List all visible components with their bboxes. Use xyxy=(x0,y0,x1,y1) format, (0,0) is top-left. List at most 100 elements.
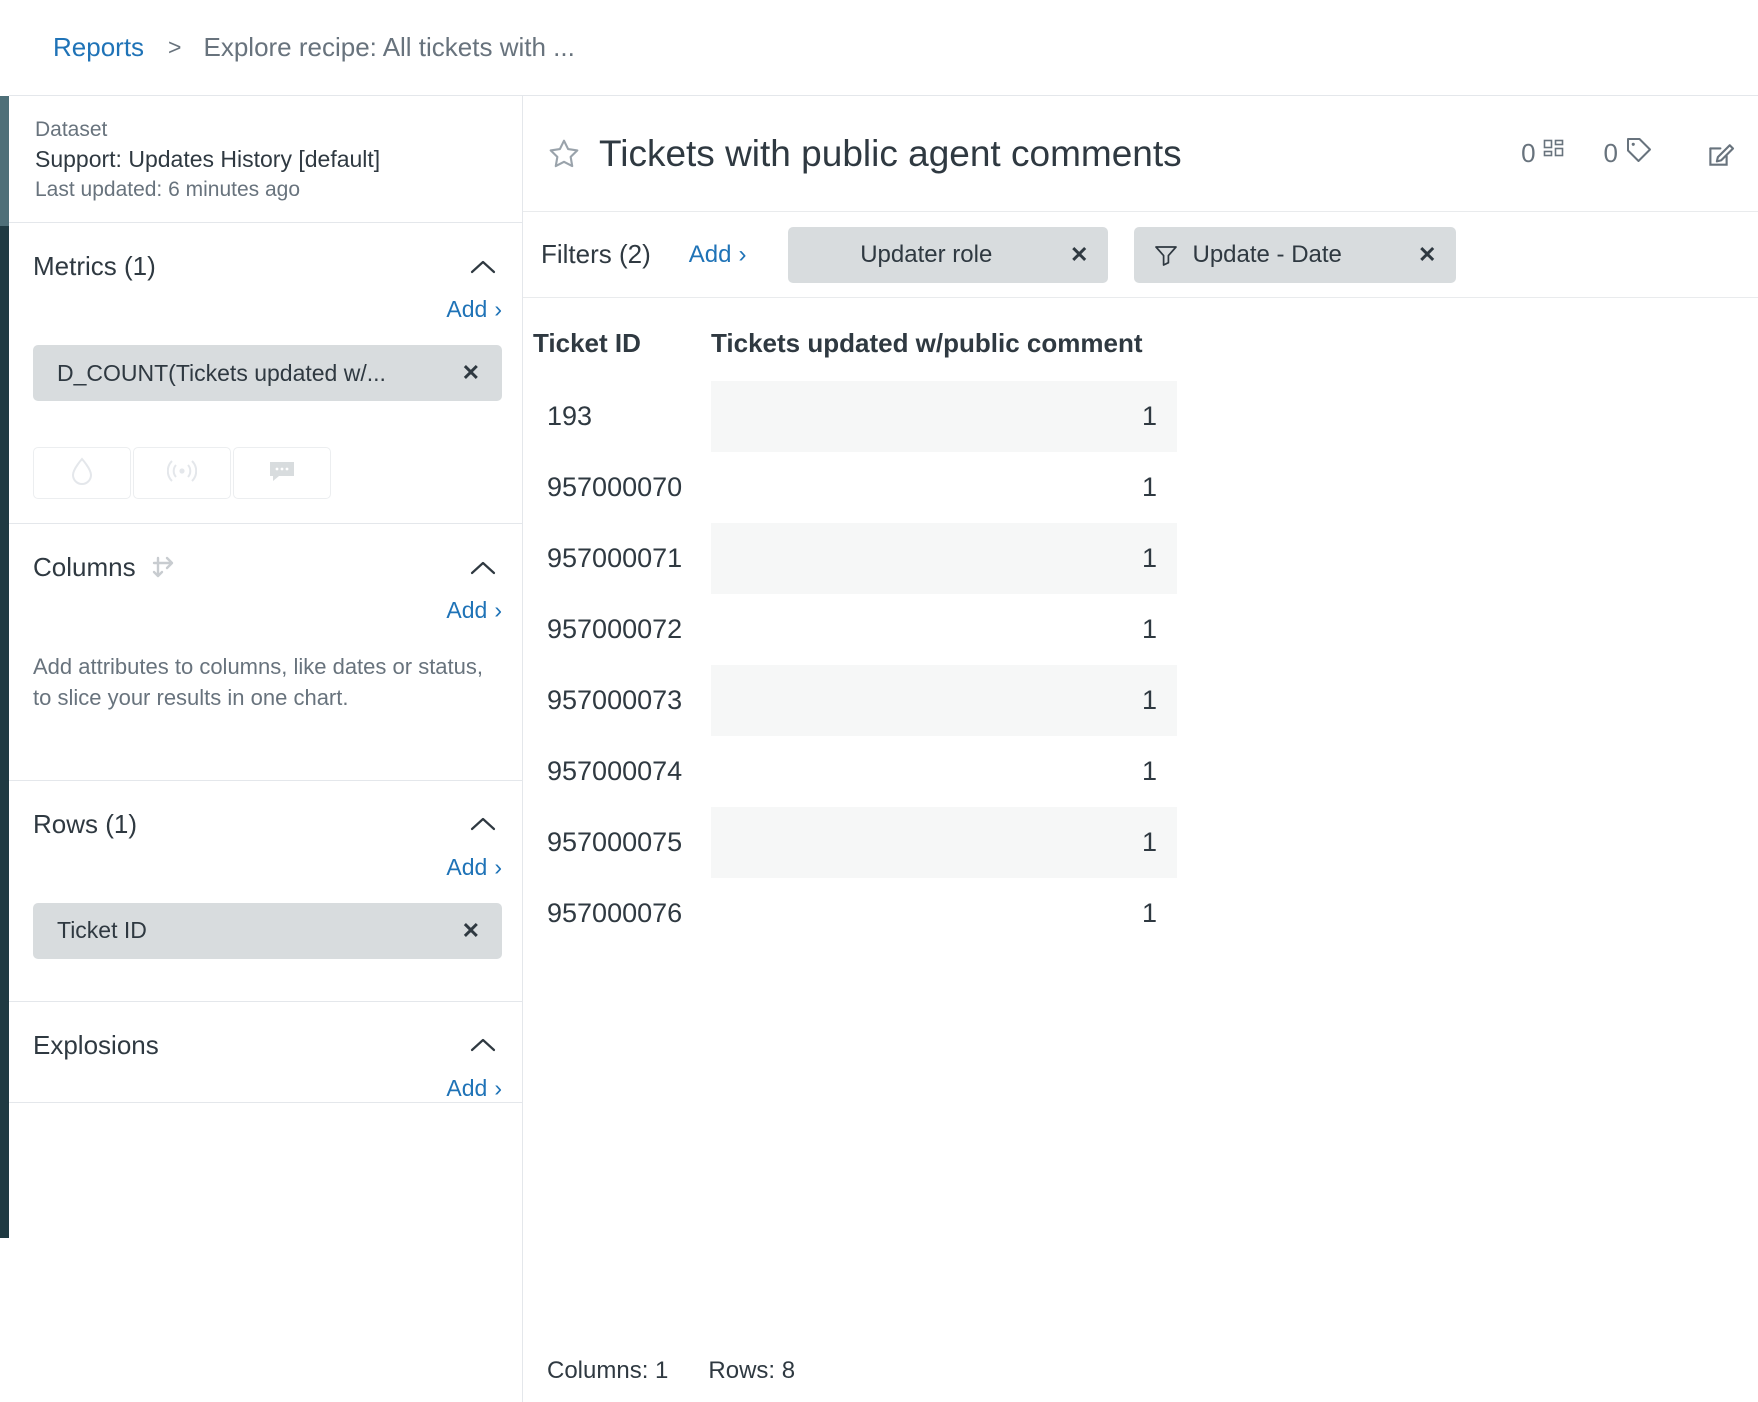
columns-empty-hint: Add attributes to columns, like dates or… xyxy=(33,654,484,710)
metric-chip-label: D_COUNT(Tickets updated w/... xyxy=(57,359,386,386)
metric-chip[interactable]: D_COUNT(Tickets updated w/... ✕ xyxy=(33,345,502,401)
table-row[interactable]: 957000076 1 xyxy=(533,878,1177,949)
metrics-panel-title: Metrics (1) xyxy=(33,251,156,281)
rows-panel-title: Rows (1) xyxy=(33,808,138,839)
table-row[interactable]: 957000071 1 xyxy=(533,523,1177,594)
filter-chip-update-date[interactable]: Update - Date ✕ xyxy=(1134,226,1457,283)
column-header-ticket-id[interactable]: Ticket ID xyxy=(533,318,711,381)
cell-ticket-id: 957000073 xyxy=(547,685,683,715)
filter-chip-updater-role[interactable]: Updater role ✕ xyxy=(788,226,1109,283)
rail-segment-active xyxy=(0,96,9,226)
broadcast-button[interactable] xyxy=(133,447,231,499)
table-row[interactable]: 193 1 xyxy=(533,381,1177,452)
results-table-wrap: Ticket ID Tickets updated w/public comme… xyxy=(523,318,1758,1238)
cell-metric-value: 1 xyxy=(1141,898,1157,928)
metrics-collapse-chevron-up-icon[interactable] xyxy=(464,255,502,279)
explosions-add-button[interactable]: Add › xyxy=(446,1075,502,1102)
columns-collapse-chevron-up-icon[interactable] xyxy=(464,556,502,580)
filters-add-label: Add xyxy=(688,240,732,268)
rail-segment-top xyxy=(0,0,9,96)
dataset-label: Dataset xyxy=(35,118,108,141)
metrics-panel-header: Metrics (1) xyxy=(33,223,502,282)
rows-panel-header: Rows (1) xyxy=(33,781,502,840)
explosions-panel: Explosions Add › xyxy=(9,1002,522,1103)
cell-metric-value: 1 xyxy=(1141,614,1157,644)
filter-chip-update-date-label: Update - Date xyxy=(1192,240,1342,268)
explosions-panel-header: Explosions xyxy=(33,1002,502,1061)
rows-add-label: Add xyxy=(446,853,488,880)
columns-add-row: Add › xyxy=(33,583,502,624)
filters-bar: Filters (2) Add › Updater role ✕ Update … xyxy=(523,212,1758,298)
filter-chip-update-date-remove-icon[interactable]: ✕ xyxy=(1414,242,1440,268)
filters-label: Filters (2) xyxy=(541,239,651,269)
cell-ticket-id: 957000074 xyxy=(547,756,683,786)
dataset-name: Support: Updates History [default] xyxy=(35,146,381,172)
comment-icon xyxy=(268,459,296,488)
columns-count-label: Columns: 1 xyxy=(547,1357,669,1384)
metrics-panel: Metrics (1) Add › D_COUNT(Tickets update… xyxy=(9,223,522,524)
comment-button[interactable] xyxy=(233,447,331,499)
header-actions: 0 0 xyxy=(1521,135,1736,172)
explore-sidebar: Dataset Support: Updates History [defaul… xyxy=(9,96,523,1402)
cell-metric-value: 1 xyxy=(1141,756,1157,786)
broadcast-icon xyxy=(166,459,198,488)
cell-ticket-id: 957000070 xyxy=(547,472,683,502)
table-row[interactable]: 957000072 1 xyxy=(533,594,1177,665)
rail-segment-bottom xyxy=(0,1238,9,1402)
table-row[interactable]: 957000075 1 xyxy=(533,807,1177,878)
explosions-collapse-chevron-up-icon[interactable] xyxy=(464,1033,502,1057)
column-header-metric[interactable]: Tickets updated w/public comment xyxy=(711,318,1177,381)
results-table-body: 193 1 957000070 1 957000071 1 957000072 … xyxy=(533,381,1177,949)
row-attribute-chip-label: Ticket ID xyxy=(57,917,147,944)
tag-count[interactable]: 0 xyxy=(1604,135,1654,172)
cell-ticket-id: 957000075 xyxy=(547,827,683,857)
chevron-right-icon: › xyxy=(494,853,502,880)
tag-icon xyxy=(1624,135,1654,172)
favorite-star-icon[interactable] xyxy=(547,137,581,171)
page-title: Tickets with public agent comments xyxy=(599,132,1182,174)
funnel-icon xyxy=(1154,244,1178,266)
cell-metric-value: 1 xyxy=(711,807,1177,878)
metrics-add-button[interactable]: Add › xyxy=(446,296,502,323)
cell-ticket-id: 193 xyxy=(547,401,593,431)
rows-add-row: Add › xyxy=(33,840,502,881)
row-attribute-chip-remove-icon[interactable]: ✕ xyxy=(458,918,484,944)
rows-count-label: Rows: 8 xyxy=(708,1357,796,1384)
breadcrumb-reports-link[interactable]: Reports xyxy=(53,32,144,63)
table-row[interactable]: 957000070 1 xyxy=(533,452,1177,523)
explosions-add-label: Add xyxy=(446,1074,488,1101)
table-row[interactable]: 957000074 1 xyxy=(533,736,1177,807)
swap-rows-columns-icon[interactable] xyxy=(150,554,180,582)
cell-metric-value: 1 xyxy=(711,381,1177,452)
columns-add-button[interactable]: Add › xyxy=(446,597,502,624)
tag-count-value: 0 xyxy=(1603,138,1618,168)
results-table-head: Ticket ID Tickets updated w/public comme… xyxy=(533,318,1177,381)
rows-add-button[interactable]: Add › xyxy=(446,854,502,881)
edit-report-icon[interactable] xyxy=(1706,139,1736,169)
chevron-right-icon: › xyxy=(494,1074,502,1101)
droplet-button[interactable] xyxy=(33,447,131,499)
cell-ticket-id: 957000071 xyxy=(547,543,683,573)
explore-main: Tickets with public agent comments 0 0 F… xyxy=(523,96,1758,1402)
metrics-add-row: Add › xyxy=(33,282,502,323)
cell-metric-value: 1 xyxy=(711,665,1177,736)
metric-chip-remove-icon[interactable]: ✕ xyxy=(458,360,484,386)
columns-panel-title: Columns xyxy=(33,552,136,582)
dashboard-count[interactable]: 0 xyxy=(1521,138,1565,169)
cell-ticket-id: 957000076 xyxy=(547,898,683,928)
report-header: Tickets with public agent comments 0 0 xyxy=(523,96,1758,212)
explosions-panel-title: Explosions xyxy=(33,1029,159,1060)
rows-collapse-chevron-up-icon[interactable] xyxy=(464,812,502,836)
columns-panel: Columns Add › Add attributes to columns,… xyxy=(9,524,522,781)
table-row[interactable]: 957000073 1 xyxy=(533,665,1177,736)
dashboard-count-value: 0 xyxy=(1521,138,1536,168)
dataset-last-updated: Last updated: 6 minutes ago xyxy=(35,178,301,201)
cell-metric-value: 1 xyxy=(711,523,1177,594)
row-attribute-chip[interactable]: Ticket ID ✕ xyxy=(33,902,502,959)
filters-add-button[interactable]: Add › xyxy=(689,241,747,269)
filter-chip-updater-role-remove-icon[interactable]: ✕ xyxy=(1066,242,1092,268)
columns-add-label: Add xyxy=(446,597,488,623)
dataset-info: Dataset Support: Updates History [defaul… xyxy=(9,96,522,223)
filter-chip-updater-role-label: Updater role xyxy=(860,240,993,268)
metrics-add-label: Add xyxy=(446,296,488,322)
